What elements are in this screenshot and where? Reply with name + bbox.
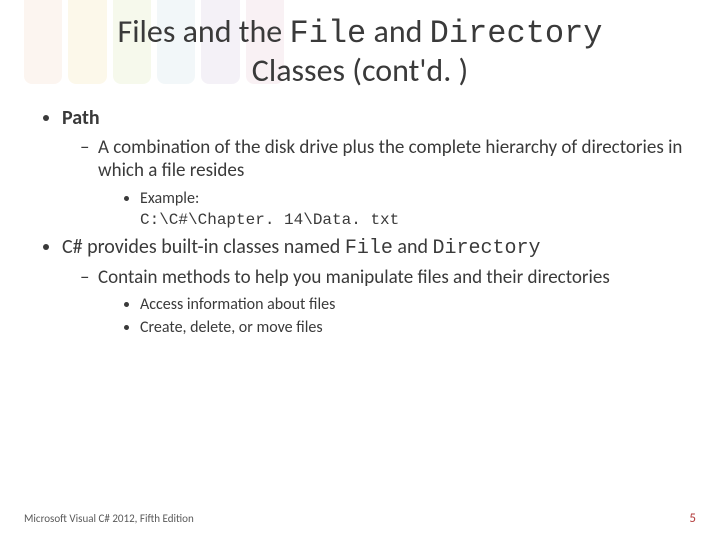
bullet-path: Path A combination of the disk drive plu…	[62, 106, 690, 231]
bullet-contain-methods: Contain methods to help you manipulate f…	[80, 266, 690, 339]
bullet-path-example-label: Example:	[140, 189, 199, 208]
slide-body: Path A combination of the disk drive plu…	[0, 96, 720, 339]
bullet-path-definition: A combination of the disk drive plus the…	[80, 136, 690, 231]
bullet-builtin-code-directory: Directory	[432, 237, 540, 260]
title-code-directory: Directory	[430, 15, 603, 52]
footer-page-number: 5	[689, 511, 696, 526]
bullet-builtin-pre: C# provides built-in classes named	[62, 235, 345, 259]
bullet-contain-methods-text: Contain methods to help you manipulate f…	[98, 266, 610, 289]
title-code-file: File	[289, 15, 366, 52]
bullet-builtin-code-file: File	[345, 237, 393, 260]
title-pre: Files and the	[118, 12, 290, 51]
bullet-path-example-code: C:\C#\Chapter. 14\Data. txt	[140, 211, 399, 229]
bullet-create-delete-move: Create, delete, or move files	[140, 318, 690, 339]
footer-source: Microsoft Visual C# 2012, Fifth Edition	[24, 512, 194, 525]
slide-footer: Microsoft Visual C# 2012, Fifth Edition …	[24, 511, 696, 526]
slide-title: Files and the File and Directory Classes…	[0, 0, 720, 96]
bullet-path-definition-text: A combination of the disk drive plus the…	[98, 136, 682, 183]
title-post: Classes (cont'd. )	[252, 51, 468, 90]
bullet-path-example: Example: C:\C#\Chapter. 14\Data. txt	[140, 189, 690, 231]
bullet-access-info: Access information about files	[140, 295, 690, 316]
bullet-builtin-mid: and	[393, 235, 433, 259]
bullet-path-label: Path	[62, 106, 100, 130]
bullet-builtin-classes: C# provides built-in classes named File …	[62, 235, 690, 339]
title-mid: and	[366, 12, 429, 51]
